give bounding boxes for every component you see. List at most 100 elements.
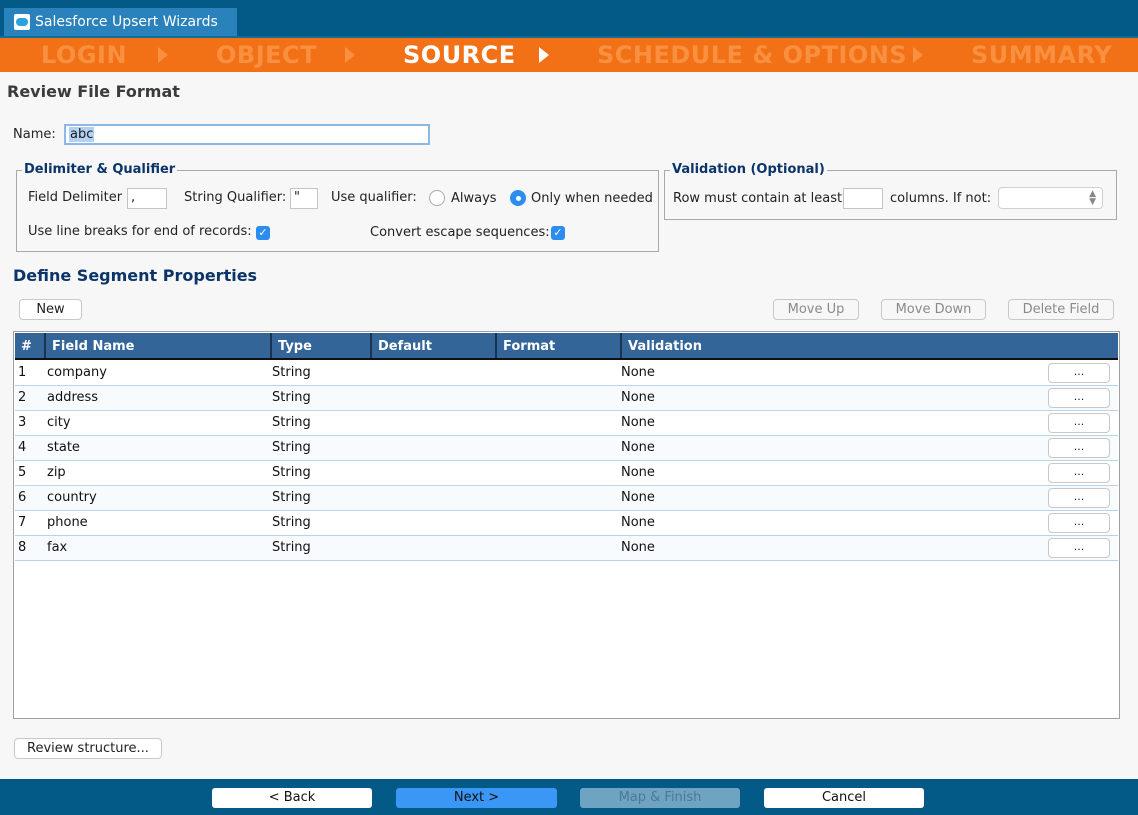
col-header-format[interactable]: Format <box>495 333 620 358</box>
page-title: Review File Format <box>7 82 180 101</box>
table-row[interactable]: 7 phone String None... <box>15 511 1118 536</box>
field-delimiter-input[interactable]: , <box>127 188 167 209</box>
table-row[interactable]: 3 city String None... <box>15 411 1118 436</box>
move-up-button[interactable]: Move Up <box>773 299 859 320</box>
name-input[interactable]: abc <box>64 124 430 145</box>
edit-validation-button[interactable]: ... <box>1048 388 1110 408</box>
table-row[interactable]: 4 state String None... <box>15 436 1118 461</box>
step-arrow-icon <box>158 47 168 63</box>
step-schedule-options: SCHEDULE & OPTIONS <box>597 41 908 69</box>
cell-validation: None <box>621 440 655 455</box>
cancel-button[interactable]: Cancel <box>764 788 924 808</box>
cell-validation: None <box>621 465 655 480</box>
cell-num: 2 <box>18 390 27 405</box>
cell-type: String <box>272 515 311 530</box>
name-label: Name: <box>13 127 56 142</box>
footer-bar: < Back Next > Map & Finish Cancel <box>0 779 1138 815</box>
cell-num: 3 <box>18 415 27 430</box>
step-arrow-icon <box>539 47 549 63</box>
line-breaks-label: Use line breaks for end of records: <box>28 224 252 239</box>
step-login: LOGIN <box>41 41 128 69</box>
if-not-select[interactable]: ▲ ▼ <box>998 187 1103 209</box>
name-value: abc <box>69 127 95 142</box>
delimiter-legend: Delimiter & Qualifier <box>22 162 178 177</box>
cell-num: 6 <box>18 490 27 505</box>
edit-validation-button[interactable]: ... <box>1048 538 1110 558</box>
segment-table: # Field Name Type Default Format Validat… <box>13 331 1120 719</box>
if-not-label: columns. If not: <box>890 191 992 206</box>
edit-validation-button[interactable]: ... <box>1048 363 1110 383</box>
cell-field-name: city <box>47 415 71 430</box>
cell-field-name: phone <box>47 515 88 530</box>
radio-only-when-needed[interactable] <box>510 190 526 206</box>
col-header-default[interactable]: Default <box>370 333 495 358</box>
table-row[interactable]: 8 fax String None... <box>15 536 1118 561</box>
step-arrow-icon <box>345 47 355 63</box>
table-row[interactable]: 6 country String None... <box>15 486 1118 511</box>
string-qualifier-input[interactable]: " <box>290 188 318 209</box>
col-header-validation[interactable]: Validation <box>620 333 1118 358</box>
edit-validation-button[interactable]: ... <box>1048 463 1110 483</box>
cell-type: String <box>272 440 311 455</box>
col-header-field-name[interactable]: Field Name <box>44 333 270 358</box>
cell-type: String <box>272 415 311 430</box>
new-field-button[interactable]: New <box>19 299 82 320</box>
delete-field-button[interactable]: Delete Field <box>1008 299 1114 320</box>
cell-field-name: fax <box>47 540 68 555</box>
min-columns-input[interactable] <box>843 188 883 209</box>
title-bar: Salesforce Upsert Wizards <box>0 0 1138 36</box>
updown-chevron-icon: ▲ ▼ <box>1089 189 1096 207</box>
window-tab-title: Salesforce Upsert Wizards <box>35 14 218 30</box>
line-breaks-checkbox[interactable]: ✓ <box>256 226 270 240</box>
salesforce-cloud-icon <box>14 14 30 30</box>
col-header-type[interactable]: Type <box>270 333 370 358</box>
step-arrow-icon <box>913 47 923 63</box>
cell-type: String <box>272 390 311 405</box>
cell-validation: None <box>621 365 655 380</box>
cell-type: String <box>272 490 311 505</box>
escape-sequences-checkbox[interactable]: ✓ <box>551 226 565 240</box>
cell-validation: None <box>621 515 655 530</box>
cell-validation: None <box>621 540 655 555</box>
escape-sequences-label: Convert escape sequences: <box>370 225 550 240</box>
window-tab[interactable]: Salesforce Upsert Wizards <box>4 8 237 36</box>
move-down-button[interactable]: Move Down <box>881 299 986 320</box>
cell-field-name: address <box>47 390 99 405</box>
table-row[interactable]: 5 zip String None... <box>15 461 1118 486</box>
radio-always-label: Always <box>451 191 497 206</box>
table-row[interactable]: 2 address String None... <box>15 386 1118 411</box>
field-delimiter-label: Field Delimiter <box>28 190 123 205</box>
segment-title: Define Segment Properties <box>13 266 258 285</box>
next-button[interactable]: Next > <box>396 788 557 808</box>
validation-legend: Validation (Optional) <box>670 162 827 177</box>
radio-always[interactable] <box>429 190 445 206</box>
edit-validation-button[interactable]: ... <box>1048 413 1110 433</box>
cell-field-name: zip <box>47 465 66 480</box>
row-min-label: Row must contain at least <box>673 191 843 206</box>
radio-only-when-needed-label: Only when needed <box>531 191 653 206</box>
map-finish-button[interactable]: Map & Finish <box>580 788 740 808</box>
edit-validation-button[interactable]: ... <box>1048 513 1110 533</box>
review-structure-button[interactable]: Review structure... <box>14 738 162 759</box>
col-header-num[interactable]: # <box>15 333 44 358</box>
cell-num: 1 <box>18 365 27 380</box>
cell-field-name: state <box>47 440 80 455</box>
cell-type: String <box>272 465 311 480</box>
back-button[interactable]: < Back <box>212 788 372 808</box>
cell-validation: None <box>621 415 655 430</box>
use-qualifier-label: Use qualifier: <box>331 190 417 205</box>
edit-validation-button[interactable]: ... <box>1048 488 1110 508</box>
table-row[interactable]: 1 company String None... <box>15 361 1118 386</box>
cell-validation: None <box>621 490 655 505</box>
cell-type: String <box>272 365 311 380</box>
step-summary: SUMMARY <box>971 41 1113 69</box>
step-source: SOURCE <box>403 41 516 69</box>
cell-type: String <box>272 540 311 555</box>
cell-num: 7 <box>18 515 27 530</box>
table-header: # Field Name Type Default Format Validat… <box>15 333 1118 360</box>
cell-num: 8 <box>18 540 27 555</box>
cell-num: 4 <box>18 440 27 455</box>
edit-validation-button[interactable]: ... <box>1048 438 1110 458</box>
cell-field-name: company <box>47 365 107 380</box>
cell-validation: None <box>621 390 655 405</box>
